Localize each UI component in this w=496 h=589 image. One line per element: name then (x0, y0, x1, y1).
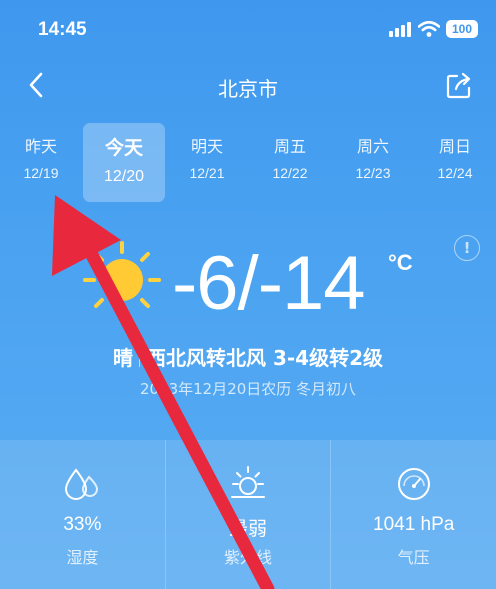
status-icons: 100 (388, 20, 478, 38)
day-tab-saturday[interactable]: 周六 12/23 (332, 124, 414, 202)
humidity-icon (65, 468, 99, 500)
day-tab-tomorrow[interactable]: 明天 12/21 (166, 124, 248, 202)
pressure-gauge-icon (397, 468, 430, 500)
weather-conditions: 晴西北风转北风 3-4级转2级 (0, 342, 496, 371)
temperature-range: -6/-14 (172, 241, 366, 326)
info-icon[interactable]: ! (454, 235, 480, 261)
day-tab-date: 12/21 (189, 165, 225, 181)
humidity-value: 33% (63, 514, 102, 535)
day-tab-name: 周五 (273, 137, 306, 156)
day-tab-name: 周六 (356, 137, 389, 156)
day-tab-sunday[interactable]: 周日 12/24 (414, 124, 496, 202)
day-tab-date: 12/24 (437, 165, 473, 181)
pressure-label: 气压 (397, 548, 430, 567)
day-tab-date: 12/19 (23, 165, 59, 181)
weather-condition: 晴 (112, 346, 133, 370)
day-tab-yesterday[interactable]: 昨天 12/19 (0, 124, 82, 202)
day-tabs: 昨天 12/19 今天 12/20 明天 12/21 周五 12/22 周六 1… (0, 123, 496, 202)
day-tab-date: 12/22 (272, 165, 308, 181)
city-title: 北京市 (218, 77, 278, 101)
day-tab-name: 今天 (104, 137, 143, 159)
detail-card-uv[interactable]: 最弱 紫外线 (164, 440, 331, 589)
battery-indicator: 100 (446, 20, 478, 38)
temperature-unit: °C (388, 250, 413, 275)
sun-icon (83, 241, 161, 319)
day-tab-date: 12/23 (355, 165, 391, 181)
day-tab-date: 12/20 (103, 168, 145, 185)
day-tab-name: 周日 (438, 137, 471, 156)
uv-icon (231, 466, 265, 498)
status-bar: 14:45 100 (0, 0, 496, 58)
pressure-value: 1041 hPa (373, 514, 455, 535)
detail-card-humidity[interactable]: 33% 湿度 (0, 440, 165, 589)
day-tab-friday[interactable]: 周五 12/22 (249, 124, 331, 202)
day-tab-name: 昨天 (24, 137, 57, 156)
wifi-icon (418, 21, 440, 37)
uv-value: 最弱 (229, 519, 268, 540)
uv-label: 紫外线 (224, 548, 273, 567)
date-line: 2023年12月20日农历 冬月初八 (139, 380, 357, 398)
status-time: 14:45 (38, 19, 87, 40)
day-tab-name: 明天 (190, 137, 223, 156)
cellular-signal-icon (389, 22, 411, 37)
divider (138, 349, 140, 367)
day-tab-today[interactable]: 今天 12/20 (83, 123, 165, 202)
share-icon[interactable] (446, 71, 472, 99)
detail-card-pressure[interactable]: 1041 hPa 气压 (330, 440, 496, 589)
humidity-label: 湿度 (66, 548, 99, 567)
nav-bar: 北京市 (0, 62, 496, 110)
details-panel: 33% 湿度 最弱 紫外线 1041 hPa 气压 (0, 440, 496, 589)
wind-info: 西北风转北风 3-4级转2级 (145, 346, 383, 370)
